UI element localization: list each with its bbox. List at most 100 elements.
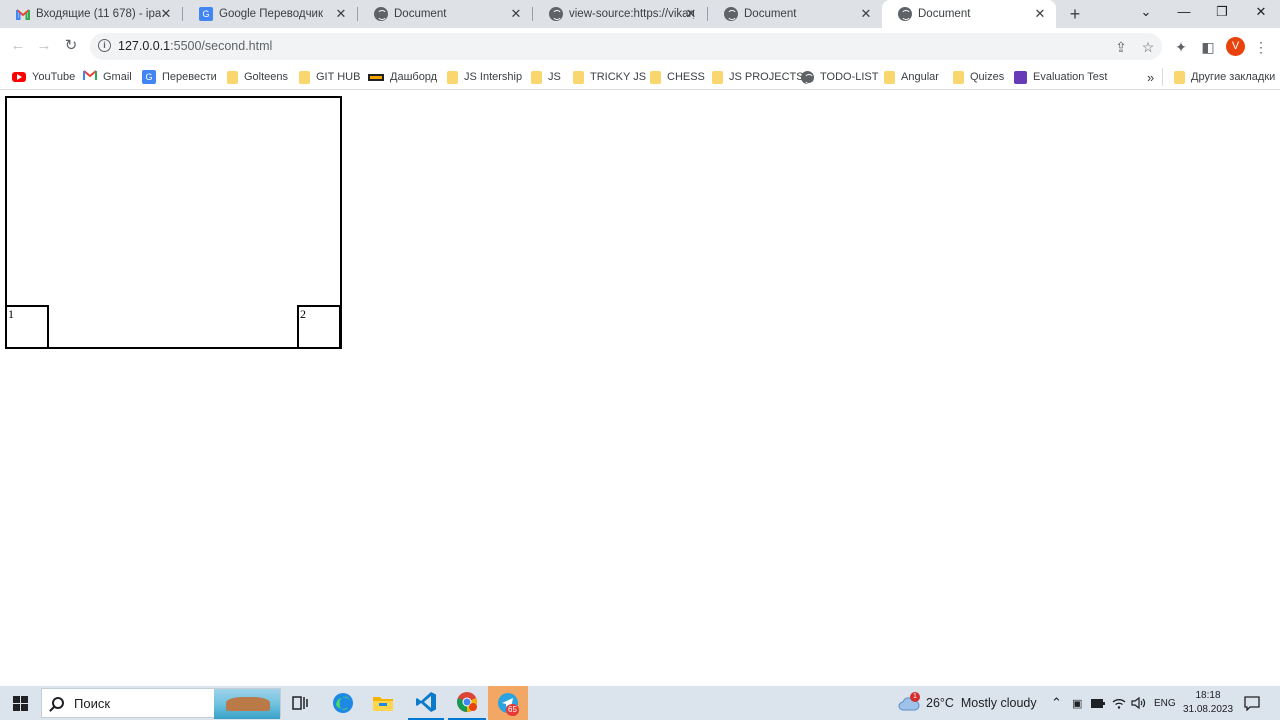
bookmark-label: Golteens: [244, 71, 289, 83]
battery-icon[interactable]: [1091, 686, 1105, 720]
folder-icon: [573, 70, 584, 84]
close-icon[interactable]: ✕: [683, 6, 699, 22]
notifications-icon[interactable]: [1244, 686, 1260, 720]
tab-document-active[interactable]: Document ✕: [882, 0, 1056, 28]
start-button[interactable]: [4, 686, 36, 720]
bookmark-js-projects[interactable]: JS PROJECTS: [712, 69, 804, 85]
star-icon[interactable]: ☆: [1139, 38, 1157, 56]
folder-icon: [650, 70, 661, 84]
folder-icon: [227, 70, 238, 84]
close-icon[interactable]: ✕: [1032, 6, 1048, 22]
bookmarks-overflow-button[interactable]: »: [1147, 69, 1154, 85]
menu-icon[interactable]: ⋮: [1252, 38, 1270, 56]
edge-app[interactable]: [326, 686, 360, 720]
clock-date: 31.08.2023: [1182, 704, 1234, 715]
bookmark-label: Перевести: [162, 71, 217, 83]
folder-icon: [712, 70, 723, 84]
close-window-button[interactable]: ✕: [1249, 4, 1273, 20]
tab-title: Document: [394, 8, 447, 20]
folder-icon: [1174, 70, 1185, 84]
bookmark-label: Angular: [901, 71, 939, 83]
chrome-icon: [457, 692, 477, 712]
meet-now-icon[interactable]: ▣: [1072, 686, 1082, 720]
vscode-icon: [416, 692, 436, 712]
bookmark-label: Другие закладки: [1191, 71, 1276, 83]
extensions-icon[interactable]: ✦: [1172, 38, 1190, 56]
back-button[interactable]: ←: [8, 36, 28, 56]
avatar[interactable]: V: [1226, 37, 1245, 56]
tab-document-2[interactable]: Document ✕: [708, 0, 882, 28]
info-icon[interactable]: i: [98, 39, 111, 52]
bookmark-gmail[interactable]: Gmail: [83, 69, 132, 85]
tab-google-translate[interactable]: G Google Переводчик ✕: [183, 0, 357, 28]
wifi-icon[interactable]: [1112, 686, 1126, 720]
weather-widget[interactable]: 1 26°C Mostly cloudy: [898, 686, 1037, 720]
box-1-label: 1: [8, 307, 14, 321]
tab-title: Google Переводчик: [219, 8, 324, 20]
close-icon[interactable]: ✕: [858, 6, 874, 22]
bookmark-git-hub[interactable]: GIT HUB: [299, 69, 360, 85]
clock[interactable]: 18:18 31.08.2023: [1182, 689, 1234, 717]
folder-icon: [447, 70, 458, 84]
task-view-button[interactable]: [286, 686, 314, 720]
close-icon[interactable]: ✕: [508, 6, 524, 22]
bookmark-label: Gmail: [103, 71, 132, 83]
forward-button[interactable]: →: [34, 36, 54, 56]
volume-icon[interactable]: [1131, 686, 1146, 720]
tab-title: view-source:https://vikargb: [569, 8, 694, 20]
minimize-button[interactable]: —: [1172, 4, 1196, 19]
folder-icon: [373, 697, 393, 711]
language-indicator[interactable]: ENG: [1154, 686, 1176, 720]
clock-time: 18:18: [1195, 690, 1221, 701]
tab-title: Document: [918, 8, 971, 20]
bookmark-translate[interactable]: G Перевести: [142, 69, 217, 85]
bookmark-todo-list[interactable]: TODO-LIST: [801, 69, 878, 85]
bookmark-youtube[interactable]: YouTube: [12, 69, 75, 85]
tab-gmail[interactable]: Входящие (11 678) - ipaten ✕: [0, 0, 182, 28]
close-icon[interactable]: ✕: [158, 6, 174, 22]
bookmark-label: JS PROJECTS: [729, 71, 804, 83]
container-box: 1 2: [5, 96, 342, 349]
search-icon: [52, 697, 64, 709]
vscode-app[interactable]: [408, 686, 444, 720]
tab-view-source[interactable]: view-source:https://vikargb ✕: [533, 0, 707, 28]
taskbar-search[interactable]: Поиск: [41, 688, 281, 719]
bookmark-label: YouTube: [32, 71, 76, 83]
dashboard-icon: [368, 73, 384, 81]
bookmark-js-intership[interactable]: JS Intership: [447, 69, 522, 85]
page-viewport: 1 2: [0, 90, 1280, 686]
tray-overflow-chevron-icon[interactable]: ⌃: [1051, 686, 1062, 720]
side-panel-icon[interactable]: ◧: [1199, 38, 1217, 56]
telegram-app[interactable]: 65: [488, 686, 528, 720]
reload-button[interactable]: ↻: [61, 36, 81, 56]
bookmark-label: JS: [548, 71, 561, 83]
close-icon[interactable]: ✕: [333, 6, 349, 22]
file-explorer-app[interactable]: [366, 686, 400, 720]
bookmark-label: Evaluation Test: [1033, 71, 1108, 83]
gmail-icon: [16, 7, 30, 21]
tab-search-chevron-icon[interactable]: ⌄: [1134, 4, 1158, 20]
notification-badge: 65: [506, 704, 519, 716]
bookmark-quizes[interactable]: Quizes: [953, 69, 1004, 85]
box-2: 2: [297, 305, 341, 349]
google-translate-icon: G: [199, 7, 213, 21]
bookmarks-bar: YouTube Gmail G Перевести Golteens GIT HU…: [0, 64, 1280, 90]
url-path: :5500/second.html: [170, 39, 273, 53]
bookmark-golteens[interactable]: Golteens: [227, 69, 288, 85]
bookmark-dashboard[interactable]: Дашборд: [368, 69, 437, 85]
bookmark-chess[interactable]: CHESS: [650, 69, 705, 85]
url-text[interactable]: 127.0.0.1:5500/second.html: [118, 39, 272, 53]
bookmark-tricky-js[interactable]: TRICKY JS: [573, 69, 646, 85]
new-tab-button[interactable]: +: [1066, 4, 1084, 25]
share-icon[interactable]: ⇪: [1112, 38, 1130, 56]
folder-icon: [884, 70, 895, 84]
bookmark-evaluation-test[interactable]: Evaluation Test: [1014, 69, 1107, 85]
restore-button[interactable]: ❐: [1210, 4, 1234, 20]
bookmark-js[interactable]: JS: [531, 69, 561, 85]
folder-icon: [531, 70, 542, 84]
tab-document-1[interactable]: Document ✕: [358, 0, 532, 28]
bookmark-other[interactable]: Другие закладки: [1174, 69, 1275, 85]
windows-icon: [12, 695, 28, 711]
bookmark-angular[interactable]: Angular: [884, 69, 939, 85]
chrome-app[interactable]: [448, 686, 486, 720]
